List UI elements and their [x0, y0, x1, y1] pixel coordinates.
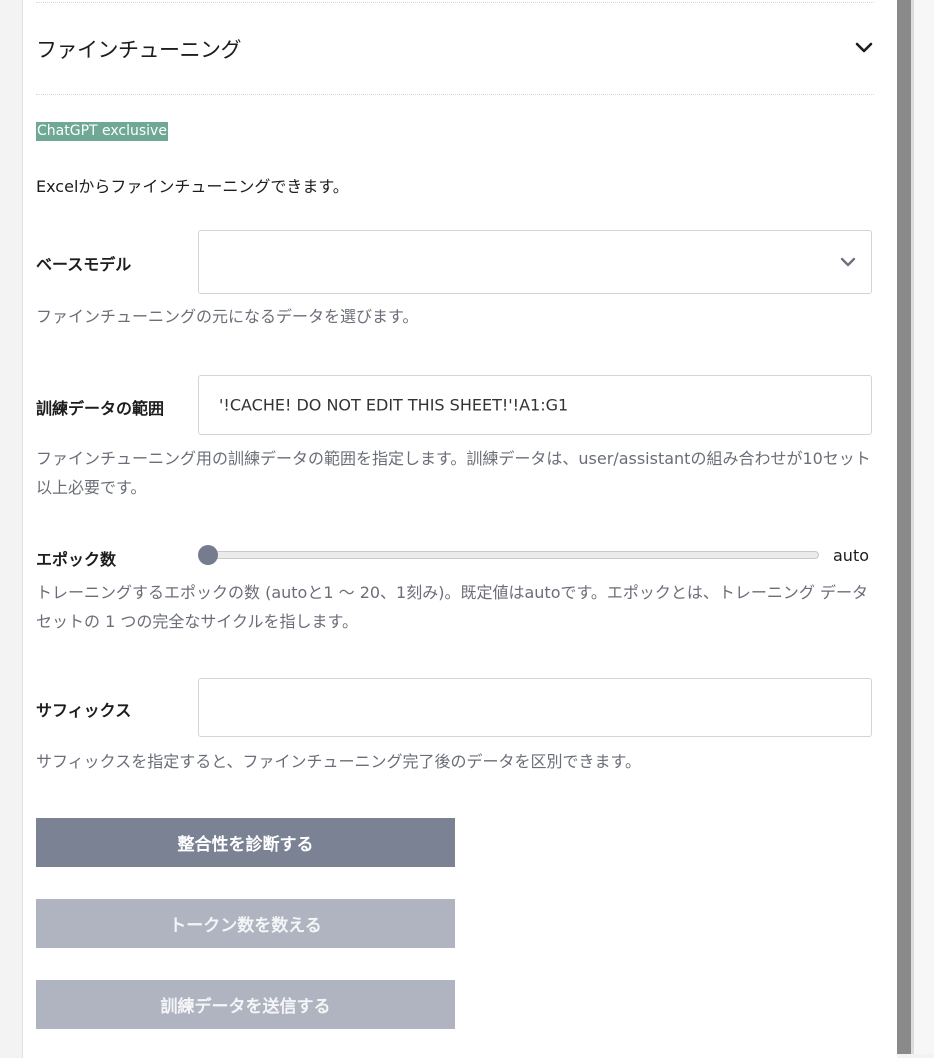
training-range-help: ファインチューニング用の訓練データの範囲を指定します。訓練データは、user/a…	[36, 449, 871, 497]
section-title: ファインチューニング	[36, 38, 242, 62]
suffix-label: サフィックス	[36, 701, 132, 720]
epochs-slider-thumb[interactable]	[198, 545, 218, 565]
scrollbar[interactable]	[896, 0, 911, 1054]
training-range-input[interactable]: '!CACHE! DO NOT EDIT THIS SHEET!'!A1:G1	[198, 375, 872, 435]
diagnose-button[interactable]: 整合性を診断する	[36, 818, 455, 867]
chevron-down-icon	[839, 253, 857, 271]
base-model-label: ベースモデル	[36, 255, 132, 274]
top-divider	[36, 2, 874, 3]
base-model-help: ファインチューニングの元になるデータを選びます。	[36, 307, 419, 326]
section-divider	[36, 94, 874, 95]
suffix-input[interactable]	[198, 678, 872, 737]
training-range-label: 訓練データの範囲	[36, 399, 165, 418]
section-collapse-button[interactable]	[852, 36, 876, 60]
chevron-down-icon	[855, 39, 873, 58]
send-training-data-button[interactable]: 訓練データを送信する	[36, 980, 455, 1029]
chatgpt-exclusive-badge: ChatGPT exclusive	[36, 122, 168, 141]
suffix-help: サフィックスを指定すると、ファインチューニング完了後のデータを区別できます。	[36, 752, 641, 771]
base-model-select[interactable]	[198, 230, 872, 294]
intro-text: Excelからファインチューニングできます。	[36, 177, 349, 196]
epochs-slider-track[interactable]	[206, 551, 819, 559]
count-tokens-button[interactable]: トークン数を数える	[36, 899, 455, 948]
window-edge	[914, 0, 934, 1054]
epochs-value: auto	[833, 546, 870, 565]
training-range-value: '!CACHE! DO NOT EDIT THIS SHEET!'!A1:G1	[219, 395, 569, 415]
epochs-help: トレーニングするエポックの数 (autoと1 ～ 20、1刻み)。既定値はaut…	[36, 583, 868, 631]
epochs-label: エポック数	[36, 550, 117, 569]
scrollbar-gutter	[911, 0, 914, 1054]
